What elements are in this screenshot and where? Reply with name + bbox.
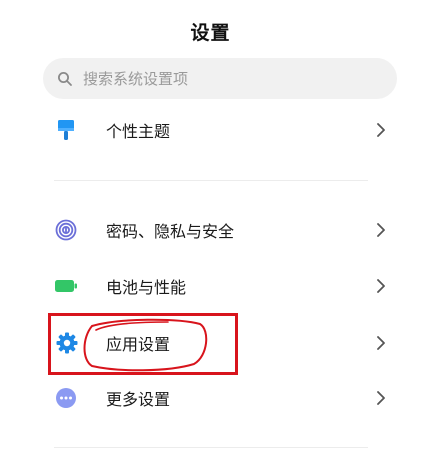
search-bar[interactable] <box>43 58 397 99</box>
chevron-right-icon <box>377 336 385 350</box>
settings-item-more[interactable]: 更多设置 <box>0 372 421 424</box>
section-divider <box>54 180 368 181</box>
settings-item-label: 应用设置 <box>106 335 171 354</box>
search-input[interactable] <box>83 69 363 88</box>
chevron-right-icon <box>377 123 385 137</box>
settings-item-label: 个性主题 <box>106 122 171 141</box>
section-divider <box>54 447 368 448</box>
chevron-right-icon <box>377 223 385 237</box>
battery-icon <box>54 274 78 298</box>
settings-item-battery[interactable]: 电池与性能 <box>0 260 421 312</box>
fingerprint-icon <box>54 218 78 242</box>
settings-item-label: 密码、隐私与安全 <box>106 222 235 241</box>
chevron-right-icon <box>377 279 385 293</box>
settings-item-app-settings[interactable]: 应用设置 <box>0 317 421 369</box>
brush-icon <box>54 118 78 142</box>
gear-icon <box>55 331 79 355</box>
search-icon <box>58 71 72 86</box>
chevron-right-icon <box>377 391 385 405</box>
settings-item-label: 电池与性能 <box>106 278 187 297</box>
more-dots-icon <box>54 386 78 410</box>
settings-item-privacy[interactable]: 密码、隐私与安全 <box>0 204 421 256</box>
settings-item-theme[interactable]: 个性主题 <box>0 104 421 156</box>
page-title: 设置 <box>190 22 231 44</box>
settings-item-label: 更多设置 <box>106 390 171 409</box>
